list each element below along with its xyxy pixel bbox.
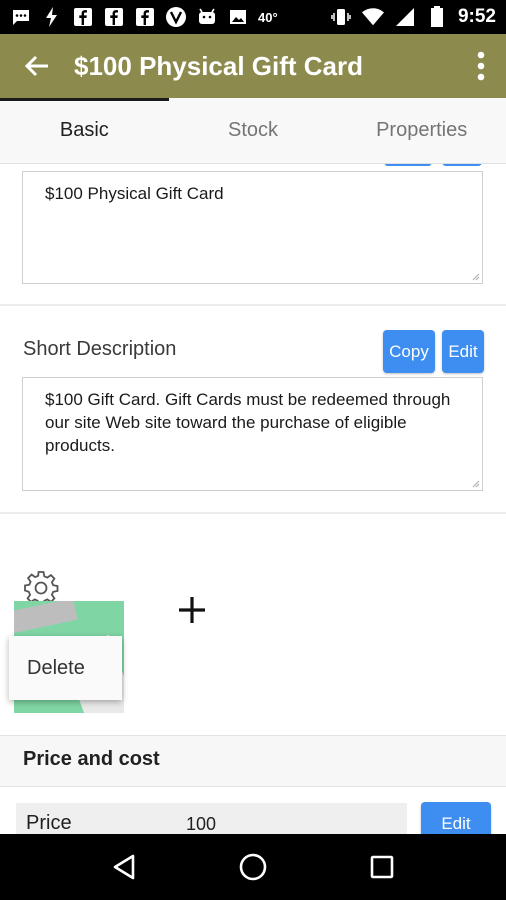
facebook-icon [72, 6, 94, 28]
short-description-label: Short Description [23, 338, 177, 360]
copy-button-peek[interactable] [384, 164, 432, 166]
tab-bar: Basic Stock Properties [0, 98, 506, 164]
flash-icon [41, 6, 63, 28]
home-circle-icon [239, 853, 267, 881]
divider [0, 304, 506, 306]
nav-home-button[interactable] [233, 847, 273, 887]
page-title: $100 Physical Gift Card [74, 50, 364, 81]
wifi-icon [361, 6, 384, 28]
price-edit-button[interactable]: Edit [421, 802, 491, 834]
thumbnail-card-graphic [14, 601, 78, 635]
clock-text: 9:52 [457, 6, 496, 27]
overflow-menu-button[interactable] [456, 34, 506, 98]
price-section-title: Price and cost [23, 748, 160, 770]
vine-icon [165, 6, 187, 28]
short-description-textarea[interactable]: $100 Gift Card. Gift Cards must be redee… [22, 377, 483, 491]
tab-stock[interactable]: Stock [169, 98, 338, 163]
navigation-bar [0, 834, 506, 900]
vibrate-icon [330, 6, 352, 28]
facebook-icon [134, 6, 156, 28]
nav-back-button[interactable] [104, 847, 144, 887]
android-icon [196, 6, 218, 28]
facebook-icon [103, 6, 125, 28]
message-icon [10, 6, 32, 28]
back-button[interactable] [0, 34, 74, 98]
app-bar: $100 Physical Gift Card [0, 34, 506, 98]
price-label: Price [26, 812, 72, 834]
price-value: 100 [186, 814, 217, 834]
resize-grip-icon [472, 273, 480, 281]
battery-icon [426, 6, 448, 28]
more-vert-icon [477, 51, 485, 81]
copy-button[interactable]: Copy [383, 330, 435, 373]
nav-recents-button[interactable] [362, 847, 402, 887]
tab-properties[interactable]: Properties [337, 98, 506, 163]
status-bar: 40° 9:52 [0, 0, 506, 34]
delete-menu-item[interactable]: Delete [27, 657, 85, 680]
divider [0, 512, 506, 514]
tab-basic[interactable]: Basic [0, 98, 169, 163]
edit-button[interactable]: Edit [442, 330, 484, 373]
name-value: $100 Physical Gift Card [45, 184, 224, 203]
image-icon [227, 6, 249, 28]
signal-icon [394, 6, 416, 28]
content-area[interactable]: $100 Physical Gift Card Short Descriptio… [0, 164, 506, 834]
temperature-text: 40° [258, 9, 278, 25]
short-description-value: $100 Gift Card. Gift Cards must be redee… [45, 390, 451, 455]
name-textarea[interactable]: $100 Physical Gift Card [22, 171, 483, 284]
resize-grip-icon [472, 480, 480, 488]
image-context-menu: Delete [9, 636, 122, 700]
plus-icon[interactable] [176, 594, 208, 626]
price-section-header: Price and cost [0, 735, 506, 787]
back-triangle-icon [114, 854, 135, 880]
price-row: Price 100 [16, 803, 407, 834]
recents-square-icon [370, 855, 393, 879]
edit-button-peek[interactable] [442, 164, 482, 166]
arrow-back-icon [24, 55, 48, 77]
